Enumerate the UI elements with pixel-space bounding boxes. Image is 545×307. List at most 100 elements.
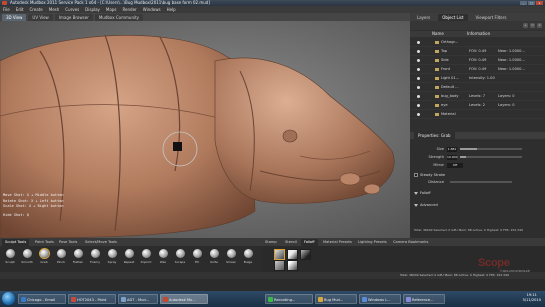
- tab-select-move-tools[interactable]: Select/Move Tools: [82, 239, 120, 246]
- tool-bulge[interactable]: Bulge: [241, 249, 255, 264]
- taskbar-item[interactable]: Reference...: [403, 294, 445, 304]
- visibility-eye-icon[interactable]: [417, 41, 420, 44]
- list-item[interactable]: Side FOV: 0.49 Near: 1.0000...: [410, 56, 545, 65]
- menu-file[interactable]: File: [3, 6, 10, 13]
- visibility-eye-icon[interactable]: [417, 104, 420, 107]
- tab-image-browser[interactable]: Image Browser: [54, 14, 93, 21]
- tool-smooth[interactable]: Smooth: [20, 249, 34, 264]
- tool-fill[interactable]: Fill: [190, 249, 204, 264]
- tab-mudbox-community[interactable]: Mudbox Community: [94, 14, 144, 21]
- tab-stencil[interactable]: Stencil: [282, 239, 300, 246]
- list-item[interactable]: Orthogr...: [410, 38, 545, 47]
- visibility-eye-icon[interactable]: [417, 77, 420, 80]
- list-item[interactable]: Top FOV: 0.49 Near: 1.0000...: [410, 47, 545, 56]
- tab-stamp[interactable]: Stamp: [262, 239, 280, 246]
- list-item[interactable]: Light 01... Intensity: 1.00: [410, 74, 545, 83]
- tool-imprint[interactable]: Imprint: [139, 249, 153, 264]
- tab-camera-bookmarks[interactable]: Camera Bookmarks: [390, 239, 431, 246]
- menu-mesh[interactable]: Mesh: [49, 6, 60, 13]
- taskbar-item[interactable]: Recording...: [265, 294, 313, 304]
- tool-repeat[interactable]: Repeat: [122, 249, 136, 264]
- list-item[interactable]: Front FOV: 0.49 Near: 1.0000...: [410, 65, 545, 74]
- list-item[interactable]: Material: [410, 110, 545, 119]
- falloff-preset[interactable]: [274, 249, 285, 260]
- size-slider[interactable]: [460, 148, 522, 150]
- system-clock[interactable]: 19:11 5/11/2010: [523, 293, 541, 303]
- menu-create[interactable]: Create: [29, 6, 42, 13]
- falloff-preset[interactable]: [274, 260, 285, 271]
- tool-sculpt[interactable]: Sculpt: [3, 249, 17, 264]
- 3d-viewport[interactable]: Move Shot: X + Middle button Rotate Shot…: [0, 21, 410, 238]
- taskbar-item[interactable]: Chicago - Email: [18, 294, 66, 304]
- tab-lighting-presets[interactable]: Lighting Presets: [355, 239, 390, 246]
- column-information[interactable]: Information: [467, 31, 490, 37]
- visibility-eye-icon[interactable]: [417, 95, 420, 98]
- tool-flatten[interactable]: Flatten: [71, 249, 85, 264]
- tab-uv-view[interactable]: UV View: [28, 14, 53, 21]
- taskbar-item[interactable]: HOT2043 - Paint: [68, 294, 116, 304]
- falloff-preset[interactable]: [287, 260, 298, 271]
- minimize-button[interactable]: _: [520, 1, 527, 5]
- menu-help[interactable]: Help: [167, 6, 176, 13]
- size-field[interactable]: 1.881: [447, 146, 457, 152]
- tab-viewport-filters[interactable]: Viewport Filters: [472, 14, 511, 21]
- tool-foamy[interactable]: Foamy: [88, 249, 102, 264]
- menu-edit[interactable]: Edit: [16, 6, 24, 13]
- taskbar-item[interactable]: Bug Mud...: [315, 294, 357, 304]
- falloff-preset[interactable]: [300, 249, 311, 260]
- tab-properties-grab[interactable]: Properties: Grab: [414, 132, 455, 139]
- tool-grab[interactable]: Grab: [37, 249, 51, 264]
- tool-wax[interactable]: Wax: [156, 249, 170, 264]
- tab-pose-tools[interactable]: Pose Tools: [56, 239, 80, 246]
- falloff-preset[interactable]: [287, 249, 298, 260]
- column-name[interactable]: Name: [432, 31, 444, 37]
- list-item[interactable]: eye Levels: 2 Layers: 0: [410, 101, 545, 110]
- menu-render[interactable]: Render: [122, 6, 136, 13]
- list-item[interactable]: Default ...: [410, 83, 545, 92]
- visibility-eye-icon[interactable]: [417, 68, 420, 71]
- tool-pinch[interactable]: Pinch: [54, 249, 68, 264]
- mirror-dropdown[interactable]: Off: [447, 162, 463, 168]
- taskbar-item[interactable]: ADT - Mud...: [118, 294, 158, 304]
- duplicate-icon[interactable]: ▭: [530, 23, 535, 28]
- visibility-eye-icon[interactable]: [417, 86, 420, 89]
- steady-stroke-checkbox[interactable]: [414, 173, 418, 177]
- tool-scrape[interactable]: Scrape: [173, 249, 187, 264]
- tab-object-list[interactable]: Object List: [438, 14, 468, 21]
- tab-3d-view[interactable]: 3D View: [2, 14, 27, 21]
- advanced-row[interactable]: Advanced: [414, 202, 438, 208]
- taskbar-item[interactable]: Autodesk Mu...: [160, 294, 208, 304]
- tab-falloff[interactable]: Falloff: [301, 239, 318, 246]
- tool-knife[interactable]: Knife: [207, 249, 221, 264]
- maximize-button[interactable]: □: [528, 1, 535, 5]
- taskbar-item[interactable]: Windows L...: [359, 294, 401, 304]
- visibility-eye-icon[interactable]: [417, 113, 420, 116]
- tool-smear[interactable]: Smear: [224, 249, 238, 264]
- strength-slider[interactable]: [460, 156, 522, 158]
- menu-curves[interactable]: Curves: [65, 6, 79, 13]
- steady-stroke-label: Steady Stroke: [420, 173, 446, 177]
- close-button[interactable]: x: [536, 1, 543, 5]
- foamy-tool-icon: [90, 249, 100, 258]
- tab-paint-tools[interactable]: Paint Tools: [32, 239, 57, 246]
- menu-display[interactable]: Display: [85, 6, 100, 13]
- view-tabs: 3D View UV View Image Browser Mudbox Com…: [0, 13, 410, 21]
- menu-windows[interactable]: Windows: [143, 6, 161, 13]
- falloff-row[interactable]: Falloff: [414, 190, 431, 196]
- tab-layers[interactable]: Layers: [413, 14, 434, 21]
- wax-tool-icon: [158, 249, 168, 258]
- visibility-eye-icon[interactable]: [417, 59, 420, 62]
- mirror-row: Mirror Off: [414, 162, 463, 168]
- start-button[interactable]: [2, 292, 15, 305]
- visibility-eye-icon[interactable]: [417, 50, 420, 53]
- tab-sculpt-tools[interactable]: Sculpt Tools: [2, 239, 30, 246]
- tool-spray[interactable]: Spray: [105, 249, 119, 264]
- new-item-icon[interactable]: +: [523, 23, 528, 28]
- tab-material-presets[interactable]: Material Presets: [320, 239, 355, 246]
- delete-icon[interactable]: ×: [537, 23, 542, 28]
- distance-slider[interactable]: [450, 181, 512, 183]
- watermark-text: Scope: [478, 257, 510, 269]
- menu-maps[interactable]: Maps: [106, 6, 117, 13]
- list-item[interactable]: bug_body Levels: 7 Layers: 0: [410, 92, 545, 101]
- strength-field[interactable]: 10.000: [447, 154, 458, 160]
